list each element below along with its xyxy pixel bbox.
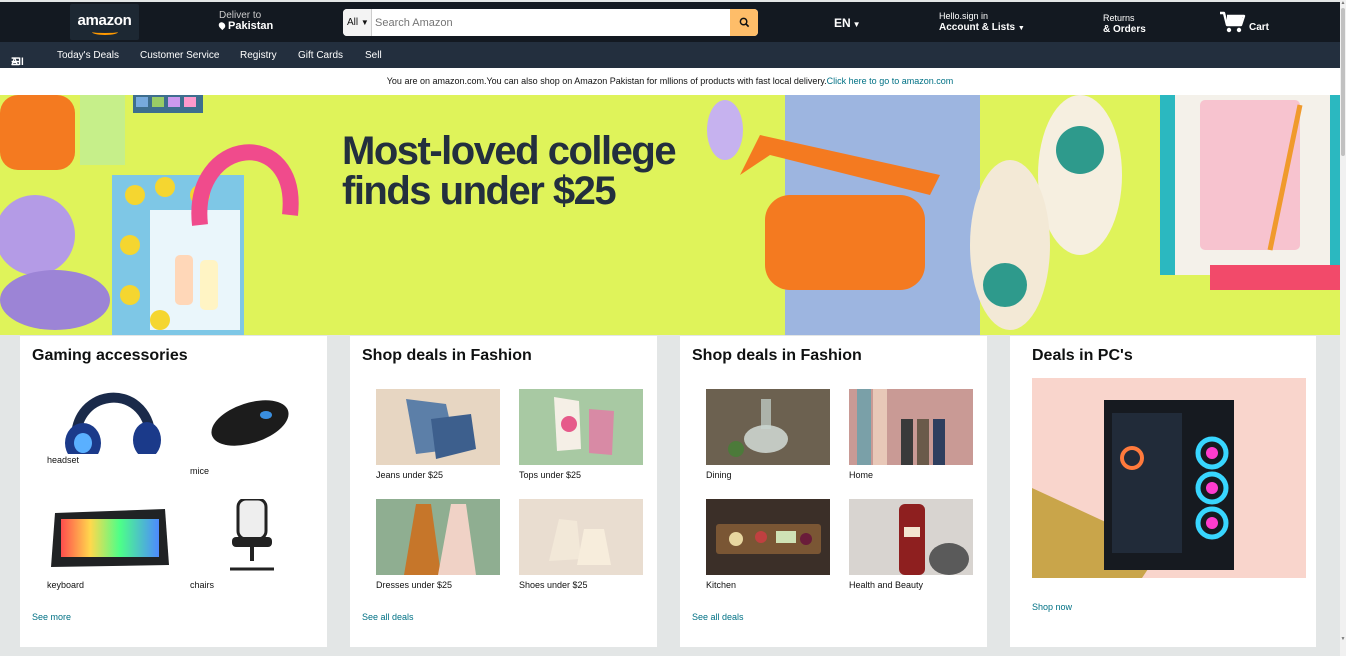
hero-headline-line1: Most-loved college — [342, 129, 677, 173]
returns-label: Returns — [1103, 13, 1135, 23]
cart-label: Cart — [1249, 22, 1270, 33]
cart-button[interactable]: Cart — [1219, 10, 1269, 36]
top-header: amazon Deliver to Pakistan All ▼ EN▼ Hel… — [0, 2, 1340, 42]
page-scrollbar[interactable]: ▲ ▼ — [1340, 0, 1346, 656]
card-fashion-deals: Shop deals in Fashion Jeans under $25 To… — [350, 336, 657, 647]
tile-dresses[interactable]: Dresses under $25 — [376, 499, 500, 590]
tile-home[interactable]: Home — [849, 389, 973, 480]
headset-image — [47, 378, 171, 454]
go-to-amazon-link[interactable]: Click here to go to amazon.com — [827, 76, 954, 86]
tile-label: Home — [849, 470, 874, 480]
tops-image — [519, 389, 643, 465]
keyboard-image — [47, 499, 171, 575]
scroll-down-icon[interactable]: ▼ — [1340, 636, 1346, 642]
logo-text: amazon — [77, 12, 132, 29]
tile-tops[interactable]: Tops under $25 — [519, 389, 643, 480]
orders-label: & Orders — [1103, 24, 1146, 35]
card-title: Deals in PC's — [1032, 347, 1133, 364]
nav-bar: ☰ All Today's Deals Customer Service Regi… — [0, 42, 1340, 68]
chevron-down-icon: ▼ — [1017, 25, 1025, 32]
search-button[interactable] — [730, 9, 758, 36]
tile-headset[interactable]: headset — [47, 378, 171, 465]
chevron-down-icon: ▼ — [360, 18, 369, 27]
amazon-homepage: amazon Deliver to Pakistan All ▼ EN▼ Hel… — [0, 0, 1346, 656]
account-greeting: Hello.sign in — [939, 11, 989, 21]
language-selector[interactable]: EN ▼ — [834, 16, 861, 30]
account-label: Account & Lists — [939, 22, 1016, 33]
hero-headline-line2: finds under $25 — [342, 169, 617, 213]
hero-banner[interactable]: Most-loved college finds under $25 — [0, 95, 1340, 335]
see-more-link[interactable]: See more — [32, 612, 71, 622]
deliver-location: Pakistan — [228, 20, 274, 32]
returns-orders[interactable]: Returns & Orders — [1103, 13, 1146, 35]
see-all-deals-link[interactable]: See all deals — [692, 612, 744, 622]
tile-label: Kitchen — [706, 580, 737, 590]
kitchen-image — [706, 499, 830, 575]
nav-sell[interactable]: Sell — [365, 50, 382, 61]
shop-now-link[interactable]: Shop now — [1032, 602, 1072, 612]
card-gaming-accessories: Gaming accessories headset mice keyboard… — [20, 336, 327, 647]
nav-gift-cards[interactable]: Gift Cards — [298, 50, 343, 61]
tile-label: Shoes under $25 — [519, 580, 588, 590]
tile-label: Dresses under $25 — [376, 580, 453, 590]
pc-case-image — [1032, 400, 1234, 578]
hero-headline: Most-loved college finds under $25 — [342, 131, 742, 211]
cart-icon — [1220, 11, 1246, 33]
card-home-deals: Shop deals in Fashion Dining Home Kitche… — [680, 336, 987, 647]
account-lists[interactable]: Hello.sign in Account & Lists ▼ — [939, 11, 1025, 34]
search-input[interactable] — [372, 9, 730, 36]
health-beauty-image — [849, 499, 973, 575]
tile-mice[interactable]: mice — [190, 389, 314, 488]
tile-label: mice — [190, 466, 210, 476]
deliver-to[interactable]: Deliver to Pakistan — [217, 10, 274, 32]
nav-todays-deals[interactable]: Today's Deals — [57, 50, 119, 61]
card-title: Shop deals in Fashion — [362, 347, 532, 364]
tile-chairs[interactable]: chairs — [190, 499, 314, 590]
search-icon — [739, 17, 749, 28]
logo-smile-icon — [92, 29, 118, 35]
nav-registry[interactable]: Registry — [240, 50, 277, 61]
tile-shoes[interactable]: Shoes under $25 — [519, 499, 643, 590]
search-category-label: All — [347, 17, 359, 28]
notice-text: You are on amazon.com.You can also shop … — [386, 76, 827, 86]
scroll-up-icon[interactable]: ▲ — [1340, 0, 1346, 6]
chair-image — [190, 499, 314, 575]
shoes-image — [519, 499, 643, 575]
tile-health-beauty[interactable]: Health and Beauty — [849, 499, 973, 590]
location-pin-icon — [217, 20, 227, 31]
tile-label: Dining — [706, 470, 732, 480]
jeans-image — [376, 389, 500, 465]
language-label: EN — [834, 16, 851, 30]
all-menu-label: All — [11, 57, 24, 68]
card-title: Gaming accessories — [32, 347, 188, 364]
card-pc-deals: Deals in PC's Shop now — [1010, 336, 1316, 647]
dining-image — [706, 389, 830, 465]
pc-image[interactable] — [1032, 378, 1306, 578]
home-image — [849, 389, 973, 465]
tile-jeans[interactable]: Jeans under $25 — [376, 389, 500, 480]
tile-kitchen[interactable]: Kitchen — [706, 499, 830, 590]
tile-dining[interactable]: Dining — [706, 389, 830, 480]
chevron-down-icon: ▼ — [852, 20, 861, 29]
tile-label: Tops under $25 — [519, 470, 582, 480]
tile-label: keyboard — [47, 580, 85, 590]
tile-keyboard[interactable]: keyboard — [47, 499, 171, 590]
locale-notice: You are on amazon.com.You can also shop … — [0, 68, 1340, 95]
amazon-logo[interactable]: amazon — [70, 4, 139, 40]
tile-label: chairs — [190, 580, 215, 590]
search-bar: All ▼ — [343, 9, 758, 36]
scrollbar-thumb[interactable] — [1341, 8, 1345, 156]
tile-label: headset — [47, 455, 80, 465]
tile-label: Health and Beauty — [849, 580, 924, 590]
card-title: Shop deals in Fashion — [692, 347, 862, 364]
tile-label: Jeans under $25 — [376, 470, 444, 480]
search-category-select[interactable]: All ▼ — [343, 9, 372, 36]
dresses-image — [376, 499, 500, 575]
see-all-deals-link[interactable]: See all deals — [362, 612, 414, 622]
nav-customer-service[interactable]: Customer Service — [140, 50, 219, 61]
